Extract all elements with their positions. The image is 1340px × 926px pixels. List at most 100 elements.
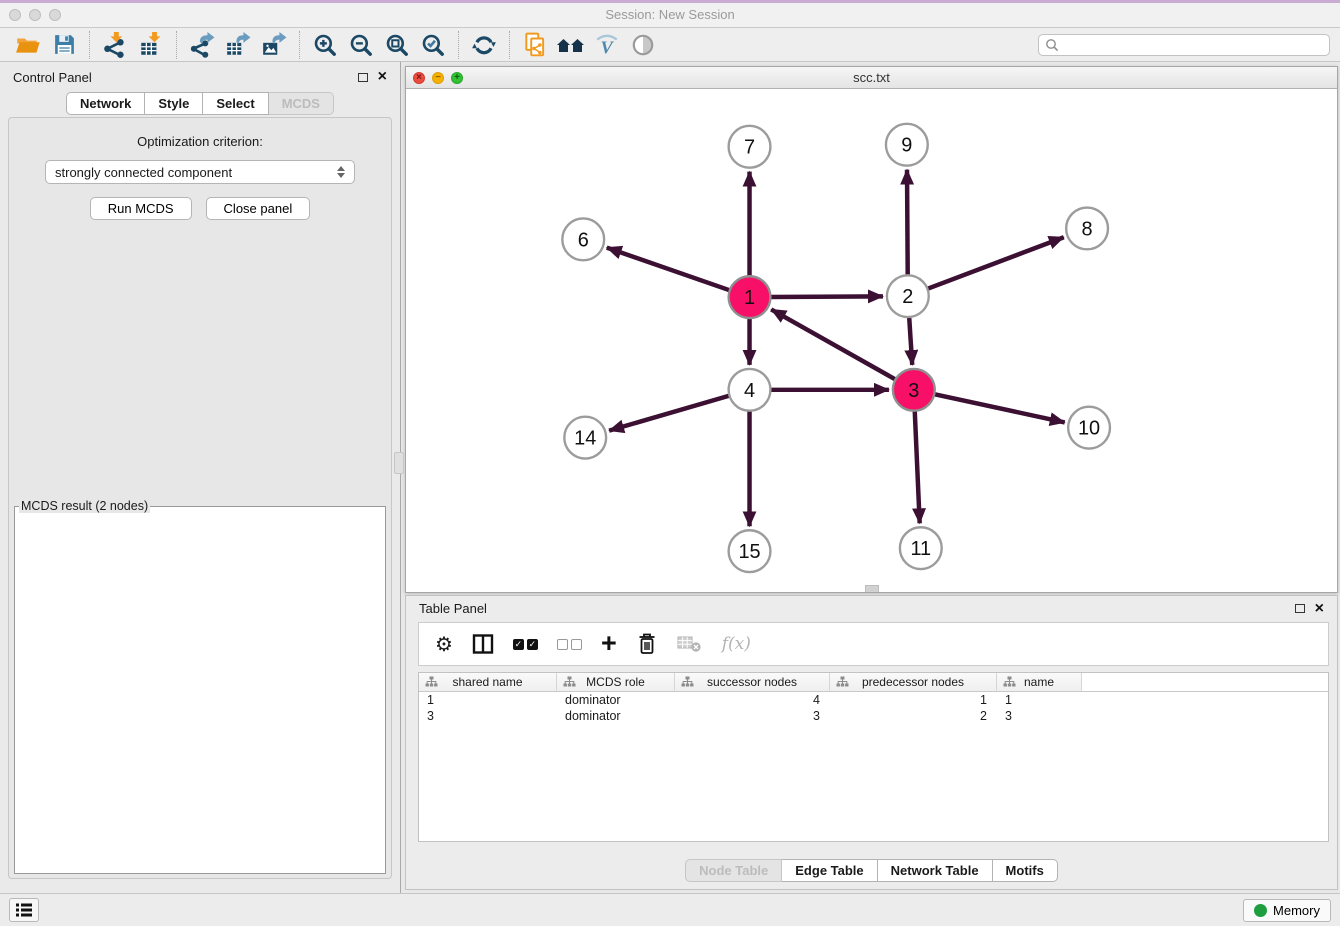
- hierarchy-icon: [836, 676, 849, 688]
- cell-name[interactable]: 1: [997, 692, 1082, 708]
- save-session-button[interactable]: [46, 30, 82, 60]
- graph-edge-4-14[interactable]: [609, 396, 729, 431]
- zoom-out-button[interactable]: [343, 30, 379, 60]
- close-panel-icon[interactable]: ×: [378, 69, 387, 85]
- panel-splitter-handle[interactable]: [394, 452, 404, 474]
- export-network-button[interactable]: [184, 30, 220, 60]
- delete-column-button[interactable]: [636, 632, 658, 656]
- open-session-button[interactable]: [10, 30, 46, 60]
- tab-select[interactable]: Select: [203, 92, 268, 115]
- graph-node-14[interactable]: 14: [564, 417, 606, 459]
- graph-node-10[interactable]: 10: [1068, 407, 1110, 449]
- gear-icon: ⚙: [435, 632, 453, 657]
- zoom-fit-button[interactable]: [379, 30, 415, 60]
- graph-node-4[interactable]: 4: [729, 369, 771, 411]
- cell-predecessor-nodes[interactable]: 1: [830, 692, 997, 708]
- tab-mcds[interactable]: MCDS: [269, 92, 334, 115]
- graph-edge-3-1[interactable]: [771, 309, 895, 379]
- graph-node-11[interactable]: 11: [900, 527, 942, 569]
- canvas-splitter-handle[interactable]: [865, 585, 879, 592]
- import-table-button[interactable]: [133, 30, 169, 60]
- vizmapper-icon: V: [594, 32, 620, 58]
- graph-node-3[interactable]: 3: [893, 369, 935, 411]
- table-tab-network-table[interactable]: Network Table: [878, 859, 993, 882]
- graph-node-6[interactable]: 6: [562, 218, 604, 260]
- graph-node-label: 6: [578, 229, 589, 251]
- graph-edge-2-3[interactable]: [909, 317, 912, 365]
- zoom-selected-button[interactable]: [415, 30, 451, 60]
- column-header-mcds-role[interactable]: MCDS role: [557, 673, 675, 692]
- optimization-criterion-select[interactable]: strongly connected component: [45, 160, 355, 184]
- mcds-buttons-row: Run MCDS Close panel: [90, 197, 310, 220]
- cell-shared-name[interactable]: 1: [419, 692, 557, 708]
- graph-node-9[interactable]: 9: [886, 124, 928, 166]
- cell-shared-name[interactable]: 3: [419, 708, 557, 724]
- reset-view-button[interactable]: [553, 30, 589, 60]
- graphics-details-button[interactable]: [625, 30, 661, 60]
- column-header-successor-nodes[interactable]: successor nodes: [675, 673, 830, 692]
- node-table: shared name MCDS rolesuccessor nodesprede…: [418, 672, 1329, 842]
- toolbar-separator: [299, 31, 300, 59]
- graph-edge-2-9[interactable]: [907, 170, 908, 276]
- zoom-in-button[interactable]: [307, 30, 343, 60]
- delete-table-button[interactable]: [677, 633, 703, 655]
- network-canvas[interactable]: 7 9 6 8 1 2 4 3 14 10 15 11: [406, 89, 1337, 592]
- function-builder-button[interactable]: f(x): [722, 634, 751, 654]
- unselect-all-columns-button[interactable]: [557, 639, 582, 650]
- cell-name[interactable]: 3: [997, 708, 1082, 724]
- tab-network[interactable]: Network: [66, 92, 145, 115]
- close-table-panel-icon[interactable]: ×: [1315, 601, 1324, 617]
- clone-network-button[interactable]: [517, 30, 553, 60]
- table-row[interactable]: 3dominator323: [419, 708, 1328, 724]
- float-table-panel-icon[interactable]: [1295, 604, 1305, 613]
- table-tab-node-table[interactable]: Node Table: [685, 859, 782, 882]
- graph-edge-3-10[interactable]: [934, 394, 1064, 422]
- graph-edge-1-2[interactable]: [770, 296, 883, 297]
- column-header-label: shared name: [452, 675, 522, 689]
- refresh-button[interactable]: [466, 30, 502, 60]
- close-window-button[interactable]: [9, 9, 21, 21]
- memory-button[interactable]: Memory: [1243, 899, 1331, 922]
- table-tab-edge-table[interactable]: Edge Table: [782, 859, 877, 882]
- graph-edge-3-11[interactable]: [915, 411, 920, 524]
- tab-style[interactable]: Style: [145, 92, 203, 115]
- hierarchy-icon: [563, 676, 576, 688]
- mcds-result-text[interactable]: 1 3: [17, 515, 371, 519]
- export-table-button[interactable]: [220, 30, 256, 60]
- task-history-button[interactable]: [9, 898, 39, 922]
- cell-successor-nodes[interactable]: 3: [675, 708, 830, 724]
- graph-node-8[interactable]: 8: [1066, 208, 1108, 250]
- column-header-shared-name[interactable]: shared name: [419, 673, 557, 692]
- run-mcds-button[interactable]: Run MCDS: [90, 197, 192, 220]
- table-tab-motifs[interactable]: Motifs: [993, 859, 1058, 882]
- column-header-predecessor-nodes[interactable]: predecessor nodes: [830, 673, 997, 692]
- graph-edge-2-8[interactable]: [927, 237, 1063, 289]
- graph-node-1[interactable]: 1: [729, 276, 771, 318]
- refresh-icon: [471, 32, 497, 58]
- split-columns-button[interactable]: [472, 633, 494, 655]
- window-title: Session: New Session: [0, 0, 1340, 30]
- maximize-window-button[interactable]: [49, 9, 61, 21]
- cell-successor-nodes[interactable]: 4: [675, 692, 830, 708]
- graph-node-2[interactable]: 2: [887, 275, 929, 317]
- settings-gear-button[interactable]: ⚙: [435, 632, 453, 657]
- close-panel-button[interactable]: Close panel: [206, 197, 311, 220]
- table-row[interactable]: 1dominator411: [419, 692, 1328, 708]
- cell-mcds-role[interactable]: dominator: [557, 692, 675, 708]
- float-panel-icon[interactable]: [358, 73, 368, 82]
- import-network-button[interactable]: [97, 30, 133, 60]
- graph-node-15[interactable]: 15: [729, 530, 771, 572]
- trash-icon: [636, 632, 658, 656]
- graph-edge-1-6[interactable]: [607, 248, 730, 291]
- select-all-columns-button[interactable]: ✓✓: [513, 639, 538, 650]
- graph-node-7[interactable]: 7: [729, 126, 771, 168]
- column-header-name[interactable]: name: [997, 673, 1082, 692]
- cell-mcds-role[interactable]: dominator: [557, 708, 675, 724]
- graph-node-label: 1: [744, 287, 755, 309]
- minimize-window-button[interactable]: [29, 9, 41, 21]
- search-input[interactable]: [1063, 38, 1323, 52]
- add-column-button[interactable]: +: [601, 633, 617, 655]
- export-image-button[interactable]: [256, 30, 292, 60]
- vizmapper-button[interactable]: V: [589, 30, 625, 60]
- cell-predecessor-nodes[interactable]: 2: [830, 708, 997, 724]
